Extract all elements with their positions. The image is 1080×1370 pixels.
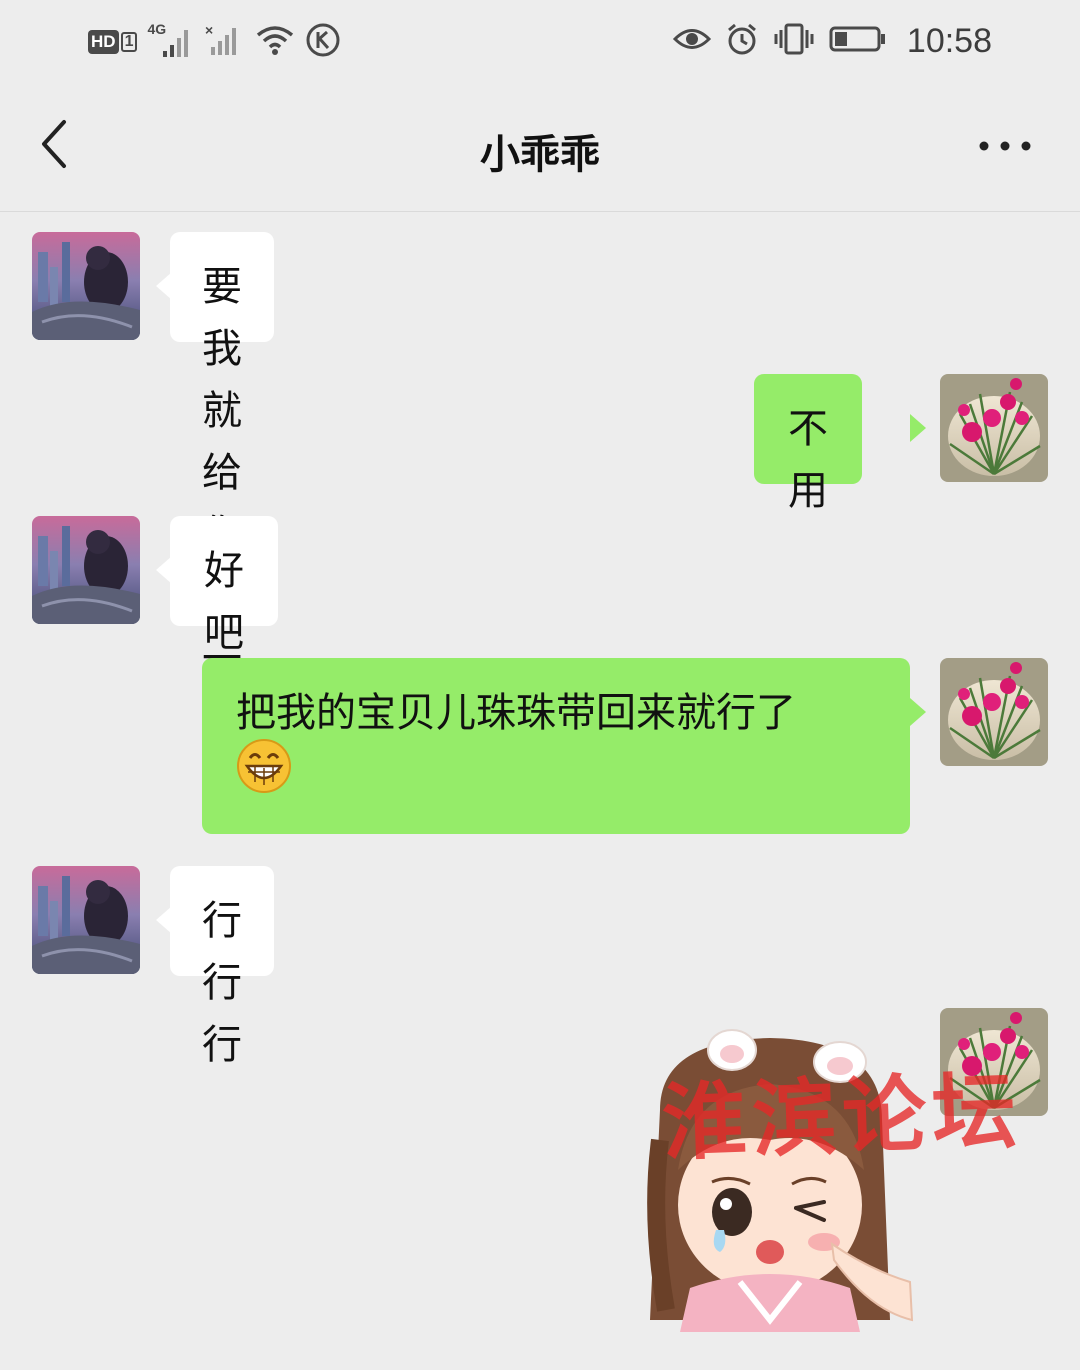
message-text: 不用 (788, 406, 828, 514)
signal-no-sim-icon: × (205, 22, 245, 61)
battery-icon (829, 24, 887, 58)
contact-avatar[interactable] (32, 866, 140, 974)
message-bubble-incoming[interactable]: 要我就给你带一杯 (170, 232, 274, 744)
more-button[interactable] (970, 126, 1040, 166)
message-text: 行行行 (202, 898, 242, 1068)
message-bubble-outgoing[interactable]: 把我的宝贝儿珠珠带回来就行了 (202, 658, 910, 834)
my-avatar[interactable] (940, 374, 1048, 482)
svg-text:×: × (205, 23, 213, 38)
forum-watermark: 淮滨论坛 (660, 1060, 1024, 1173)
alarm-icon (725, 22, 759, 60)
more-dots-icon (979, 141, 1031, 151)
contact-avatar[interactable] (32, 232, 140, 340)
message-text: 把我的宝贝儿珠珠带回来就行了 (236, 690, 796, 736)
message-text: 好吧 (204, 548, 244, 656)
chat-title: 小乖乖 (480, 132, 600, 178)
vibrate-icon (773, 22, 815, 60)
signal-4g-icon: 4G (147, 21, 195, 59)
grinning-face-icon (236, 738, 292, 812)
k-app-icon (305, 22, 341, 62)
eye-icon (672, 24, 712, 58)
wifi-icon (255, 23, 295, 61)
bubble-tail (910, 414, 926, 442)
message-bubble-incoming[interactable]: 好吧 (170, 516, 278, 656)
chat-header: 小乖乖 (0, 84, 1080, 212)
status-bar-right: 10:58 (672, 20, 992, 62)
status-time: 10:58 (906, 21, 992, 60)
bubble-tail (910, 698, 926, 726)
status-bar-left: HD 1 4G × (88, 21, 341, 62)
hd-icon: HD 1 (88, 28, 138, 56)
message-bubble-incoming[interactable]: 行行行 (170, 866, 274, 1068)
contact-avatar[interactable] (32, 516, 140, 624)
status-bar: HD 1 4G × 10:58 (0, 0, 1080, 84)
message-bubble-outgoing[interactable]: 不用 (754, 374, 862, 514)
my-avatar[interactable] (940, 658, 1048, 766)
